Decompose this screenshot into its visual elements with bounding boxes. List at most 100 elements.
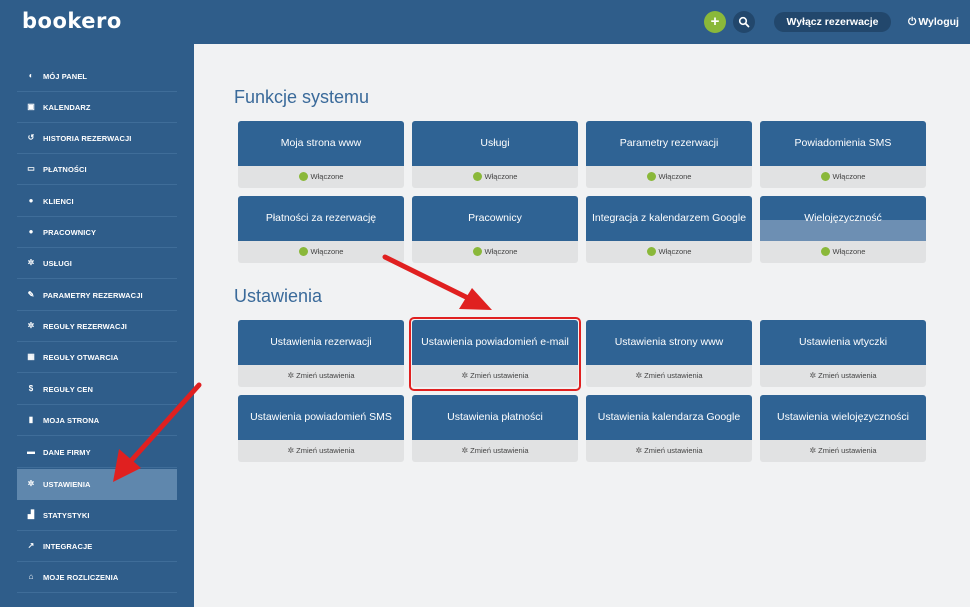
function-card[interactable]: Parametry rezerwacji Włączone [586, 121, 752, 188]
settings-section-title: Ustawienia [234, 286, 323, 306]
search-icon [738, 16, 750, 28]
users-icon: ● [28, 196, 34, 205]
sidebar-item-reguly-cen[interactable]: $ REGUŁY CEN [17, 374, 177, 405]
function-status: Włączone [760, 241, 926, 263]
sidebar-item-moja-strona[interactable]: ▮ MOJA STRONA [17, 405, 177, 436]
top-bar: bookero + Wyłącz rezerwacje ⏻ Wyloguj [0, 0, 970, 44]
sidebar-item-statystyki[interactable]: ▟ STATYSTYKI [17, 500, 177, 531]
function-card[interactable]: Moja strona www Włączone [238, 121, 404, 188]
settings-card[interactable]: Ustawienia płatności ✲ Zmień ustawienia [412, 395, 578, 462]
sidebar-item-historia[interactable]: ↺ HISTORIA REZERWACJI [17, 123, 177, 154]
calendar-grid-icon: ▦ [27, 352, 35, 361]
change-settings-link[interactable]: ✲ Zmień ustawienia [760, 440, 926, 462]
status-dot-icon [298, 247, 308, 256]
sidebar-item-dane-firmy[interactable]: ▬ DANE FIRMY [17, 437, 177, 468]
settings-card-title[interactable]: Ustawienia powiadomień SMS [238, 395, 404, 440]
function-card[interactable]: Pracownicy Włączone [412, 196, 578, 263]
function-card-title[interactable]: Moja strona www [238, 121, 404, 166]
function-card-title[interactable]: Usługi [412, 121, 578, 166]
credit-card-icon: ▭ [27, 164, 35, 173]
function-card-title[interactable]: Płatności za rezerwację [238, 196, 404, 241]
sidebar-item-reguly-otwarcia[interactable]: ▦ REGUŁY OTWARCIA [17, 342, 177, 373]
function-card-title[interactable]: Pracownicy [412, 196, 578, 241]
function-card-title[interactable]: Integracja z kalendarzem Google [586, 196, 752, 241]
sidebar-item-klienci[interactable]: ● KLIENCI [17, 186, 177, 217]
sidebar-item-ustawienia[interactable]: ✲ USTAWIENIA [17, 469, 177, 500]
status-dot-icon [472, 172, 482, 181]
sidebar-item-pracownicy[interactable]: ● PRACOWNICY [17, 217, 177, 248]
status-dot-icon [646, 247, 656, 256]
function-card-title[interactable]: Wielojęzyczność [760, 196, 926, 241]
change-settings-link[interactable]: ✲ Zmień ustawienia [760, 365, 926, 387]
gear-icon: ✲ [27, 479, 35, 488]
add-button[interactable]: + [704, 11, 726, 33]
wrench-icon: ✎ [27, 290, 35, 299]
dollar-icon: $ [28, 384, 34, 393]
settings-card[interactable]: Ustawienia wielojęzyczności ✲ Zmień ustaw… [760, 395, 926, 462]
sidebar-item-uslugi[interactable]: ✲ USŁUGI [17, 248, 177, 279]
settings-card-title[interactable]: Ustawienia płatności [412, 395, 578, 440]
settings-card[interactable]: Ustawienia powiadomień SMS ✲ Zmień ustawi… [238, 395, 404, 462]
sidebar-item-parametry[interactable]: ✎ PARAMETRY REZERWACJI [17, 280, 177, 311]
sidebar-item-reguly-rezerwacji[interactable]: ✲ REGUŁY REZERWACJI [17, 311, 177, 342]
change-settings-link[interactable]: ✲ Zmień ustawienia [238, 440, 404, 462]
function-card[interactable]: Usługi Włączone [412, 121, 578, 188]
sidebar-item-platnosci[interactable]: ▭ PŁATNOŚCI [17, 154, 177, 185]
function-status: Włączone [760, 166, 926, 188]
function-status: Włączone [238, 166, 404, 188]
dashboard-icon: ◐ [28, 71, 34, 80]
status-dot-icon [646, 172, 656, 181]
logout-label: Wyloguj [918, 16, 959, 28]
change-settings-link[interactable]: ✲ Zmień ustawienia [586, 440, 752, 462]
gear-icon: ✲ [461, 446, 469, 455]
cogs-icon: ✲ [27, 258, 35, 267]
change-settings-link[interactable]: ✲ Zmień ustawienia [586, 365, 752, 387]
settings-card-title[interactable]: Ustawienia strony www [586, 320, 752, 365]
sidebar: ◐ MÓJ PANEL ▣ KALENDARZ ↺ HISTORIA REZERWAC… [0, 44, 194, 607]
status-dot-icon [298, 172, 308, 181]
gear-icon: ✲ [809, 371, 817, 380]
user-plus-icon: ● [28, 227, 34, 236]
settings-card-title[interactable]: Ustawienia wielojęzyczności [760, 395, 926, 440]
sidebar-item-moj-panel[interactable]: ◐ MÓJ PANEL [17, 61, 177, 92]
sidebar-item-integracje[interactable]: ↗ INTEGRACJE [17, 531, 177, 562]
settings-card-title[interactable]: Ustawienia kalendarza Google [586, 395, 752, 440]
sidebar-item-kalendarz[interactable]: ▣ KALENDARZ [17, 92, 177, 123]
function-card-title[interactable]: Parametry rezerwacji [586, 121, 752, 166]
briefcase-icon: ▬ [27, 447, 35, 456]
chart-icon: ▟ [27, 510, 35, 519]
gear-icon: ✲ [287, 446, 295, 455]
function-card[interactable]: Powiadomienia SMS Włączone [760, 121, 926, 188]
gear-icon: ✲ [809, 446, 817, 455]
logout-button[interactable]: ⏻ Wyloguj [908, 12, 959, 32]
plus-icon: + [710, 13, 720, 30]
disable-bookings-button[interactable]: Wyłącz rezerwacje [774, 12, 891, 32]
settings-card-title[interactable]: Ustawienia rezerwacji [238, 320, 404, 365]
logo[interactable]: bookero [22, 9, 122, 33]
status-dot-icon [820, 172, 830, 181]
function-status: Włączone [238, 241, 404, 263]
settings-card[interactable]: Ustawienia wtyczki ✲ Zmień ustawienia [760, 320, 926, 387]
function-card-title[interactable]: Powiadomienia SMS [760, 121, 926, 166]
change-settings-link[interactable]: ✲ Zmień ustawienia [412, 440, 578, 462]
function-card[interactable]: Wielojęzyczność Włączone [760, 196, 926, 263]
arrow-to-email-settings [382, 254, 492, 310]
function-card[interactable]: Płatności za rezerwację Włączone [238, 196, 404, 263]
settings-card[interactable]: Ustawienia kalendarza Google ✲ Zmień usta… [586, 395, 752, 462]
settings-card[interactable]: Ustawienia strony www ✲ Zmień ustawienia [586, 320, 752, 387]
power-icon: ⏻ [908, 16, 917, 28]
sidebar-item-moje-rozliczenia[interactable]: ⌂ MOJE ROZLICZENIA [17, 562, 177, 593]
function-card[interactable]: Integracja z kalendarzem Google Włączone [586, 196, 752, 263]
file-icon: ▮ [28, 415, 34, 424]
change-settings-link[interactable]: ✲ Zmień ustawienia [238, 365, 404, 387]
settings-card[interactable]: Ustawienia rezerwacji ✲ Zmień ustawienia [238, 320, 404, 387]
bank-icon: ⌂ [28, 572, 34, 581]
settings-card-title[interactable]: Ustawienia wtyczki [760, 320, 926, 365]
functions-section-title: Funkcje systemu [234, 87, 370, 107]
search-button[interactable] [733, 11, 755, 33]
calendar-icon: ▣ [27, 102, 35, 111]
status-dot-icon [820, 247, 830, 256]
gear-icon: ✲ [27, 321, 35, 330]
gear-icon: ✲ [635, 446, 643, 455]
function-status: Włączone [586, 166, 752, 188]
